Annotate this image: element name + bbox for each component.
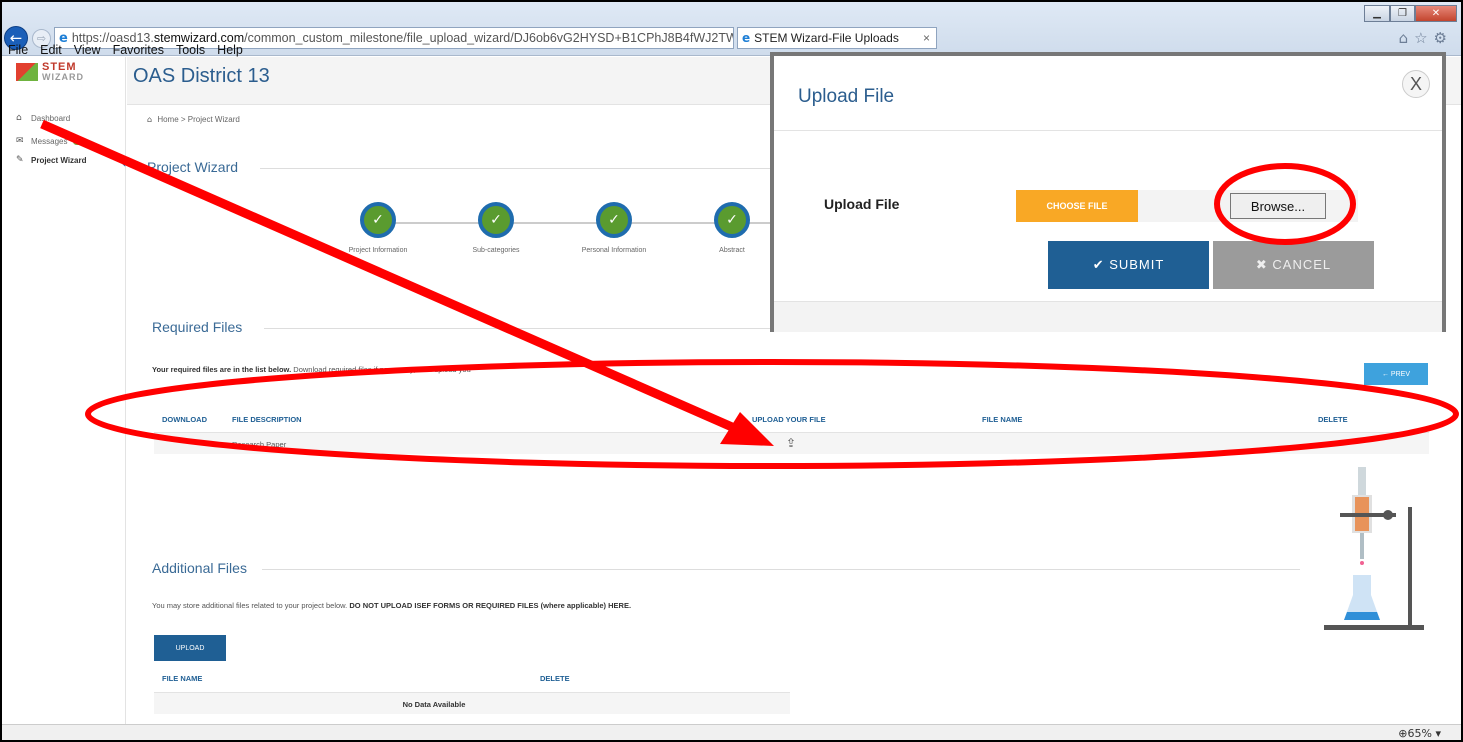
required-note-rest: Download required files if necessary, th…	[293, 365, 471, 374]
menu-edit[interactable]: Edit	[40, 43, 62, 57]
additional-files-title: Additional Files	[152, 560, 247, 576]
step-check-icon[interactable]: ✓	[478, 202, 514, 238]
sidebar-label: Messages	[31, 136, 68, 146]
col-add-delete: DELETE	[540, 674, 570, 683]
project-wizard-title: Project Wizard	[147, 159, 239, 175]
menu-view[interactable]: View	[74, 43, 101, 57]
col-file-name: FILE NAME	[982, 415, 1023, 424]
choose-file-button[interactable]: CHOOSE FILE	[1016, 190, 1138, 222]
submit-button[interactable]: ✔ SUBMIT	[1048, 241, 1209, 289]
section-divider	[262, 569, 1300, 570]
window-controls: ▁ ❐ ✕	[1364, 5, 1457, 22]
section-divider	[264, 328, 774, 329]
stem-wizard-logo[interactable]: STEM WIZARD	[16, 57, 116, 87]
step-check-icon[interactable]: ✓	[360, 202, 396, 238]
section-divider	[260, 168, 780, 169]
required-files-title: Required Files	[152, 319, 243, 335]
url-path: /common_custom_milestone/file_upload_wiz…	[244, 31, 734, 45]
zoom-icon: ⊕	[1398, 727, 1408, 740]
menu-favorites[interactable]: Favorites	[113, 43, 164, 57]
upload-button[interactable]: UPLOAD	[154, 635, 226, 661]
modal-divider	[774, 130, 1442, 131]
modal-footer	[774, 301, 1442, 332]
sidebar-label: Project Wizard	[31, 155, 87, 165]
cancel-button[interactable]: ✖ CANCEL	[1213, 241, 1374, 289]
browser-chrome: ← ⇨ e https://oasd13. stemwizard.com/comm…	[2, 2, 1461, 57]
step-label: Project Information	[348, 247, 408, 254]
breadcrumb-home[interactable]: Home	[157, 115, 178, 124]
additional-note-bold: DO NOT UPLOAD ISEF FORMS OR REQUIRED FIL…	[349, 601, 632, 610]
table-row: No Data Available	[154, 692, 790, 714]
col-download: DOWNLOAD	[162, 415, 207, 424]
menu-bar: File Edit View Favorites Tools Help	[8, 43, 243, 57]
zoom-level[interactable]: ⊕65% ▾	[1398, 727, 1441, 740]
browse-button[interactable]: Browse...	[1230, 193, 1326, 219]
no-data-text: No Data Available	[402, 700, 466, 709]
window-close-icon[interactable]: ✕	[1415, 5, 1457, 22]
district-title: OAS District 13	[133, 65, 270, 87]
tab-title: STEM Wizard-File Uploads	[754, 31, 899, 45]
step-check-icon[interactable]: ✓	[596, 202, 632, 238]
col-delete: DELETE	[1318, 415, 1348, 424]
col-add-file-name: FILE NAME	[162, 674, 203, 683]
sidebar-item-messages[interactable]: ✉ Messages 0	[16, 136, 84, 146]
zoom-value: 65%	[1407, 727, 1432, 740]
table-row: Research Paper ⇪	[154, 432, 1429, 454]
sidebar-item-project-wizard[interactable]: ✎ Project Wizard	[16, 155, 87, 165]
logo-mark-icon	[16, 63, 38, 81]
ie-tab-icon: e	[742, 31, 751, 45]
messages-badge: 0	[73, 137, 84, 145]
menu-file[interactable]: File	[8, 43, 28, 57]
breadcrumb-home-icon[interactable]: ⌂	[147, 115, 152, 124]
additional-note-plain: You may store additional files related t…	[152, 601, 348, 610]
home-icon: ⌂	[16, 113, 22, 123]
prev-button[interactable]: ← PREV	[1364, 363, 1428, 385]
required-note: Your required files are in the list belo…	[152, 365, 471, 374]
logo-top: STEM	[42, 61, 77, 73]
upload-file-label: Upload File	[824, 196, 900, 212]
browser-tab[interactable]: e STEM Wizard-File Uploads ×	[737, 27, 937, 49]
additional-note: You may store additional files related t…	[152, 601, 631, 610]
step-label: Personal Information	[581, 247, 647, 254]
upload-icon[interactable]: ⇪	[786, 436, 796, 450]
col-upload-your-file: UPLOAD YOUR FILE	[752, 415, 826, 424]
file-description-cell: Research Paper	[232, 440, 287, 449]
required-note-bold: Your required files are in the list belo…	[152, 365, 292, 374]
minimize-icon[interactable]: ▁	[1364, 5, 1390, 22]
step-label: Sub-categories	[472, 247, 520, 254]
menu-tools[interactable]: Tools	[176, 43, 205, 57]
home-star-gear-icons[interactable]: ⌂☆⚙	[1399, 29, 1453, 47]
breadcrumb: ⌂ Home > Project Wizard	[147, 115, 240, 124]
maximize-icon[interactable]: ❐	[1390, 5, 1415, 22]
lab-equipment-illustration	[1324, 467, 1424, 630]
status-bar: ⊕65% ▾	[2, 724, 1461, 740]
breadcrumb-sep: >	[180, 115, 186, 124]
step-check-icon[interactable]: ✓	[714, 202, 750, 238]
modal-close-icon[interactable]: X	[1402, 70, 1430, 98]
active-caret-icon: ‹	[119, 149, 127, 173]
sidebar: STEM WIZARD ⌂ Dashboard ✉ Messages 0 ✎ Pr…	[2, 57, 127, 725]
menu-help[interactable]: Help	[217, 43, 243, 57]
logo-bottom: WIZARD	[42, 72, 84, 82]
screenshot-frame: ← ⇨ e https://oasd13. stemwizard.com/comm…	[0, 0, 1463, 742]
envelope-icon: ✉	[16, 136, 24, 146]
col-file-description: FILE DESCRIPTION	[232, 415, 302, 424]
sidebar-label: Dashboard	[31, 113, 71, 123]
breadcrumb-current: Project Wizard	[187, 115, 240, 124]
modal-title: Upload File	[798, 86, 895, 107]
tab-close-icon[interactable]: ×	[923, 31, 936, 45]
upload-file-modal: Upload File X Upload File CHOOSE FILE Br…	[770, 52, 1446, 332]
sidebar-item-dashboard[interactable]: ⌂ Dashboard	[16, 113, 70, 123]
edit-icon: ✎	[16, 155, 24, 165]
